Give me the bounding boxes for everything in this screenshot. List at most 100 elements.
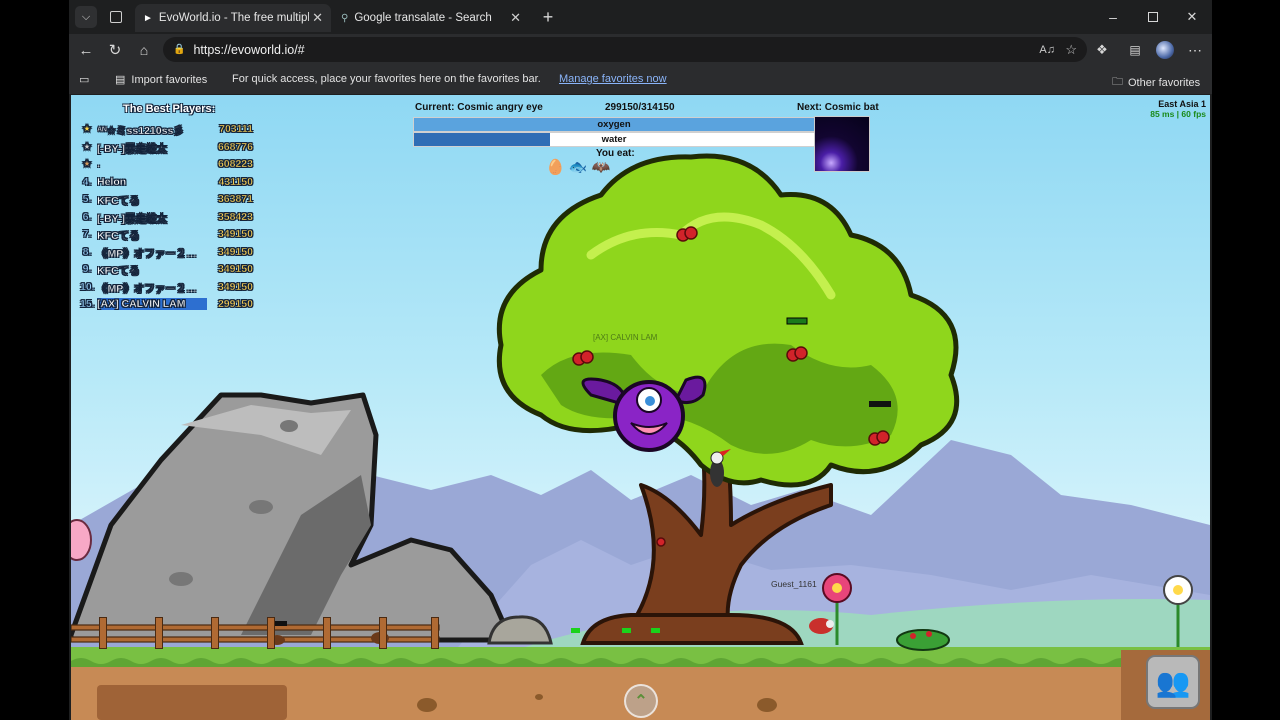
tree-roots — [580, 613, 804, 645]
leaderboard-row: ★. 608223 — [77, 157, 253, 174]
manage-favorites-link[interactable]: Manage favorites now — [559, 73, 667, 85]
leaderboard-rank: ★ — [82, 158, 92, 170]
water-label: water — [601, 134, 627, 145]
player-name-tag: [AX] CALVIN LAM — [593, 333, 658, 342]
refresh-icon: ↻ — [108, 42, 122, 59]
home-button[interactable]: ⌂ — [133, 39, 155, 61]
friends-button[interactable]: 👥 — [1146, 655, 1200, 709]
favorites-bar: ▭ ▤ Import favorites For quick access, p… — [69, 66, 1212, 94]
leaderboard-rank: ★ — [82, 140, 92, 153]
friends-icon: 👥 — [1155, 666, 1191, 698]
leaderboard-player-name: [-BY-]暴走雄太 — [97, 142, 167, 155]
water-bar: water — [413, 132, 815, 147]
settings-menu-button[interactable]: ⋯ — [1184, 39, 1206, 61]
leaderboard-rank: 10. — [80, 280, 95, 293]
extensions-button[interactable]: ❖ — [1091, 39, 1113, 61]
favorites-bar-icon: ▭ — [79, 74, 90, 86]
collections-button[interactable]: ▤ — [1124, 39, 1146, 61]
leaderboard-rank: 5. — [82, 193, 92, 205]
restore-button[interactable] — [1142, 6, 1164, 28]
other-favorites-label: Other favorites — [1128, 76, 1201, 89]
edible-food-icons: 🥚 🐟 🦇 — [546, 158, 676, 180]
profile-button[interactable] — [1154, 39, 1176, 61]
close-window-button[interactable]: ✕ — [1181, 6, 1203, 28]
fence-posts — [71, 617, 439, 649]
restore-icon — [1148, 12, 1158, 22]
tab-actions-menu-button[interactable]: ⌵ — [75, 6, 97, 28]
fish-icon: 🐟 — [568, 159, 588, 176]
leaderboard-row: ★ [-BY-]暴走雄太 668776 — [77, 140, 253, 157]
bat-icon: 🦇 — [591, 159, 611, 176]
pig-creature — [71, 519, 92, 561]
leaderboard-rank: 8. — [82, 245, 92, 258]
jump-button[interactable]: ⌃ — [624, 684, 658, 718]
leaderboard-rank: ★ — [82, 123, 92, 135]
leaderboard-score: 349150 — [217, 245, 253, 258]
tab-title: EvoWorld.io - The free multiplayer — [158, 12, 309, 24]
leaderboard-player-name: 《MP》オファー２… — [97, 247, 197, 260]
leaderboard-player-name: KFCてる — [97, 230, 140, 242]
other-player-name-tag: Guest_1161 — [771, 579, 817, 589]
close-tab-icon[interactable]: ✕ — [312, 10, 323, 26]
import-favorites-label: Import favorites — [131, 73, 208, 86]
game-canvas[interactable]: The Best Players: ★ ᴬᴺ☆ミss1210ss彡 703111 ★ [… — [71, 95, 1210, 720]
leaderboard-row: 15. [AX] CALVIN LAM 299150 — [77, 297, 253, 314]
other-favorites-button[interactable]: 🗀 Other favorites — [1112, 73, 1200, 92]
egg-icon: 🥚 — [546, 159, 565, 176]
leaderboard-row: 5. KFCてる 363871 — [77, 192, 253, 209]
favorites-hint-text: For quick access, place your favorites h… — [232, 73, 541, 85]
leaderboard-row: 4. Helon 431150 — [77, 175, 253, 192]
pebble — [535, 694, 543, 700]
leaderboard-rank: 7. — [82, 228, 92, 240]
evoworld-favicon-icon: ► — [143, 12, 153, 24]
tab-google-translate-search[interactable]: ⚲ Google transalate - Search ✕ — [333, 4, 529, 32]
leaderboard-score: 703111 — [219, 123, 253, 135]
leaderboard-score: 431150 — [218, 175, 253, 188]
leaderboard-score: 349150 — [217, 228, 253, 240]
evolution-panel: Current: Cosmic angry eye 299150/314150 … — [413, 100, 879, 180]
leaderboard-score: 668776 — [217, 140, 253, 153]
next-creature-label: Next: Cosmic bat — [797, 102, 879, 113]
refresh-button[interactable]: ↻ — [104, 39, 126, 61]
new-tab-button[interactable]: + — [537, 6, 559, 28]
rock-small — [757, 698, 777, 712]
oxygen-label: oxygen — [597, 119, 631, 130]
address-bar[interactable]: 🔒 https://evoworld.io/# A♫ ☆ — [163, 37, 1087, 62]
workspaces-icon — [110, 11, 122, 23]
leaderboard-player-name: KFCてる — [97, 195, 140, 207]
leaderboard-row: 10. 《MP》オファー２… 349150 — [77, 280, 253, 297]
rock-spot — [280, 420, 298, 432]
leaderboard-title: The Best Players: — [123, 103, 216, 115]
next-creature-preview — [814, 116, 870, 172]
rock-small — [417, 698, 437, 712]
leaderboard-score: 358423 — [217, 210, 253, 223]
read-aloud-icon[interactable]: A♫ — [1039, 44, 1055, 56]
leaderboard-rank: 9. — [82, 263, 92, 275]
leaderboard-rank: 6. — [82, 210, 92, 223]
import-favorites-button[interactable]: ▤ Import favorites — [115, 73, 208, 87]
favorite-star-icon[interactable]: ☆ — [1065, 42, 1077, 58]
leaderboard-player-name: [AX] CALVIN LAM — [97, 298, 207, 310]
more-options-icon: ⋯ — [1188, 41, 1202, 58]
back-button[interactable]: ← — [75, 39, 97, 61]
leaderboard-player-name: [-BY-]暴走雄太 — [97, 212, 167, 225]
rock-spot — [249, 500, 273, 514]
leaderboard-score: 363871 — [217, 193, 253, 205]
leaderboard-player-name: 《MP》オファー２… — [97, 282, 197, 295]
rock-spot — [169, 572, 193, 586]
leaderboard-player-name: . — [97, 158, 100, 170]
server-info: East Asia 1 85 ms | 60 fps — [1150, 99, 1206, 119]
leaderboard-rank: 15. — [80, 298, 95, 310]
lock-icon: 🔒 — [173, 44, 186, 55]
chevron-down-icon: ⌵ — [81, 10, 91, 23]
minimize-button[interactable]: – — [1102, 6, 1124, 28]
leaderboard-player-name: Helon — [97, 175, 127, 188]
leaderboard-score: 349150 — [217, 280, 253, 293]
avatar — [1156, 41, 1174, 59]
collections-icon: ▤ — [1129, 43, 1141, 57]
close-tab-icon[interactable]: ✕ — [510, 10, 521, 26]
tab-evoworld[interactable]: ► EvoWorld.io - The free multiplayer ✕ — [135, 4, 331, 32]
workspaces-button[interactable] — [105, 6, 127, 28]
tab-title: Google transalate - Search — [354, 12, 492, 24]
leaderboard-row: 6. [-BY-]暴走雄太 358423 — [77, 210, 253, 227]
